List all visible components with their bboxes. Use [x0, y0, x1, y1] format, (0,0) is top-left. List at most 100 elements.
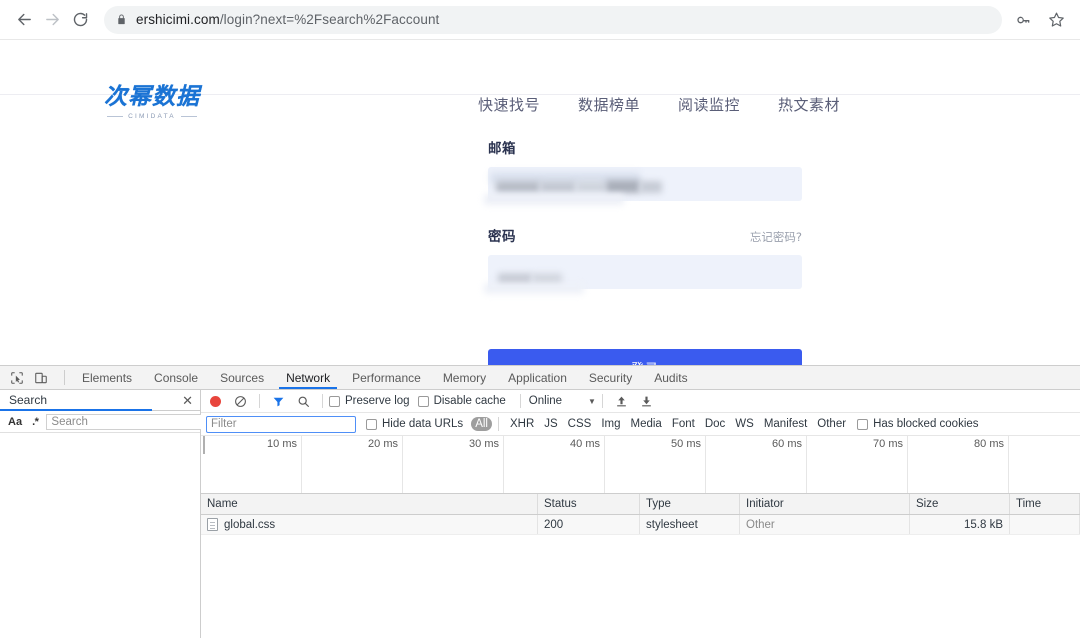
checkbox-box[interactable] — [857, 418, 869, 430]
search-controls: Aa .* — [0, 411, 246, 433]
upload-har-icon[interactable] — [613, 393, 630, 410]
redacted-text — [606, 180, 640, 193]
timeline-tick-label: 70 ms — [873, 438, 903, 450]
download-har-icon[interactable] — [638, 393, 655, 410]
checkbox-box[interactable] — [329, 395, 340, 407]
logo-subtitle: CIMIDATA — [107, 113, 197, 120]
timeline-tick: 80 ms — [908, 436, 1009, 493]
forward-button[interactable] — [38, 6, 66, 34]
nav-item-data-rank[interactable]: 数据榜单 — [578, 94, 640, 115]
tab-performance[interactable]: Performance — [341, 366, 432, 389]
logo-text: 次幂数据 — [104, 84, 200, 110]
column-header-name[interactable]: Name — [201, 494, 538, 514]
devtools-body: Search ✕ Aa .* Search Preserve log Disab… — [0, 390, 1080, 638]
search-icon[interactable] — [295, 393, 312, 410]
logo-dash-right — [180, 116, 197, 117]
table-header-row: Name Status Type Initiator Size Time — [201, 494, 1080, 515]
column-header-initiator[interactable]: Initiator — [740, 494, 910, 514]
site-logo[interactable]: 次幂数据 CIMIDATA — [104, 84, 200, 121]
tab-audits[interactable]: Audits — [643, 366, 698, 389]
network-overview-timeline[interactable]: 10 ms 20 ms 30 ms 40 ms 50 ms 60 ms 70 m… — [201, 436, 1080, 494]
timeline-tick: 40 ms — [504, 436, 605, 493]
reload-button[interactable] — [66, 6, 94, 34]
filter-type-manifest[interactable]: Manifest — [759, 417, 812, 431]
tab-sources[interactable]: Sources — [209, 366, 275, 389]
filter-type-all[interactable]: All — [471, 417, 492, 431]
search-input[interactable] — [46, 413, 211, 430]
filter-separator — [497, 417, 499, 431]
redacted-text — [640, 181, 662, 193]
lock-icon — [116, 13, 127, 26]
column-header-status[interactable]: Status — [538, 494, 640, 514]
disable-cache-label: Disable cache — [433, 395, 506, 407]
devtools-tool-icons — [4, 366, 58, 389]
tab-elements[interactable]: Elements — [71, 366, 143, 389]
toolbar-separator — [322, 394, 323, 408]
back-button[interactable] — [10, 6, 38, 34]
star-bookmark-icon[interactable] — [1042, 6, 1070, 34]
timeline-tick-label: 50 ms — [671, 438, 701, 450]
key-icon[interactable] — [1010, 6, 1038, 34]
login-form: 邮箱 密码 忘记密码? — [484, 137, 802, 294]
tab-application[interactable]: Application — [497, 366, 578, 389]
filter-type-img[interactable]: Img — [596, 417, 625, 431]
filter-type-xhr[interactable]: XHR — [505, 417, 539, 431]
timeline-tick: 30 ms — [403, 436, 504, 493]
email-field-group: 邮箱 — [484, 137, 802, 205]
email-input[interactable] — [484, 167, 802, 205]
filter-type-other[interactable]: Other — [812, 417, 851, 431]
redacted-text — [484, 194, 624, 205]
timeline-tick: 70 ms — [807, 436, 908, 493]
throttle-dropdown[interactable]: Online ▼ — [527, 395, 596, 407]
hide-data-urls-checkbox[interactable]: Hide data URLs — [366, 418, 463, 430]
forgot-password-link[interactable]: 忘记密码? — [750, 229, 802, 245]
timeline-tick: 10 ms — [201, 436, 302, 493]
filter-input[interactable] — [206, 415, 356, 433]
timeline-tick-label: 10 ms — [267, 438, 297, 450]
record-button-icon[interactable] — [210, 395, 221, 407]
close-icon[interactable]: ✕ — [182, 394, 193, 407]
regex-icon[interactable]: .* — [30, 416, 40, 428]
checkbox-box[interactable] — [366, 418, 377, 430]
cell-time — [1010, 515, 1080, 534]
inspect-element-icon[interactable] — [8, 369, 26, 387]
filter-type-doc[interactable]: Doc — [700, 417, 730, 431]
has-blocked-cookies-checkbox[interactable]: Has blocked cookies — [857, 418, 979, 430]
filter-type-ws[interactable]: WS — [730, 417, 759, 431]
timeline-tick: 20 ms — [302, 436, 403, 493]
tab-security[interactable]: Security — [578, 366, 643, 389]
filter-type-js[interactable]: JS — [539, 417, 562, 431]
nav-item-quick-find[interactable]: 快速找号 — [478, 94, 540, 115]
search-drawer-tab-label[interactable]: Search — [9, 393, 47, 407]
webpage-viewport: 次幂数据 CIMIDATA 快速找号 数据榜单 阅读监控 热文素材 邮箱 密码 … — [0, 40, 1080, 365]
nav-item-hot-articles[interactable]: 热文素材 — [778, 94, 840, 115]
filter-type-font[interactable]: Font — [667, 417, 700, 431]
table-row[interactable]: global.css 200 stylesheet Other 15.8 kB — [201, 515, 1080, 535]
clear-icon[interactable] — [232, 393, 249, 410]
url-host: ershicimi.com — [136, 12, 220, 27]
device-toolbar-icon[interactable] — [32, 369, 50, 387]
tab-network[interactable]: Network — [275, 366, 341, 389]
password-input[interactable] — [484, 255, 802, 294]
tab-memory[interactable]: Memory — [432, 366, 497, 389]
disable-cache-checkbox[interactable]: Disable cache — [417, 395, 506, 407]
browser-toolbar: ershicimi.com/login?next=%2Fsearch%2Facc… — [0, 0, 1080, 40]
tab-console[interactable]: Console — [143, 366, 209, 389]
preserve-log-checkbox[interactable]: Preserve log — [329, 395, 410, 407]
checkbox-box[interactable] — [417, 395, 429, 407]
filter-type-css[interactable]: CSS — [563, 417, 597, 431]
filter-type-media[interactable]: Media — [626, 417, 667, 431]
search-drawer: Search ✕ Aa .* — [0, 390, 246, 638]
address-bar[interactable]: ershicimi.com/login?next=%2Fsearch%2Facc… — [104, 5, 1002, 34]
column-header-time[interactable]: Time — [1010, 494, 1080, 514]
match-case-icon[interactable]: Aa — [6, 416, 24, 428]
column-header-size[interactable]: Size — [910, 494, 1010, 514]
filter-funnel-icon[interactable] — [270, 393, 287, 410]
nav-item-read-monitor[interactable]: 阅读监控 — [678, 94, 740, 115]
timeline-tick-label: 40 ms — [570, 438, 600, 450]
url-path: /login?next=%2Fsearch%2Faccount — [219, 12, 440, 27]
column-header-type[interactable]: Type — [640, 494, 740, 514]
cell-size: 15.8 kB — [910, 515, 1010, 534]
toolbar-separator — [519, 394, 521, 408]
login-submit-button[interactable]: 登录 — [488, 349, 802, 365]
